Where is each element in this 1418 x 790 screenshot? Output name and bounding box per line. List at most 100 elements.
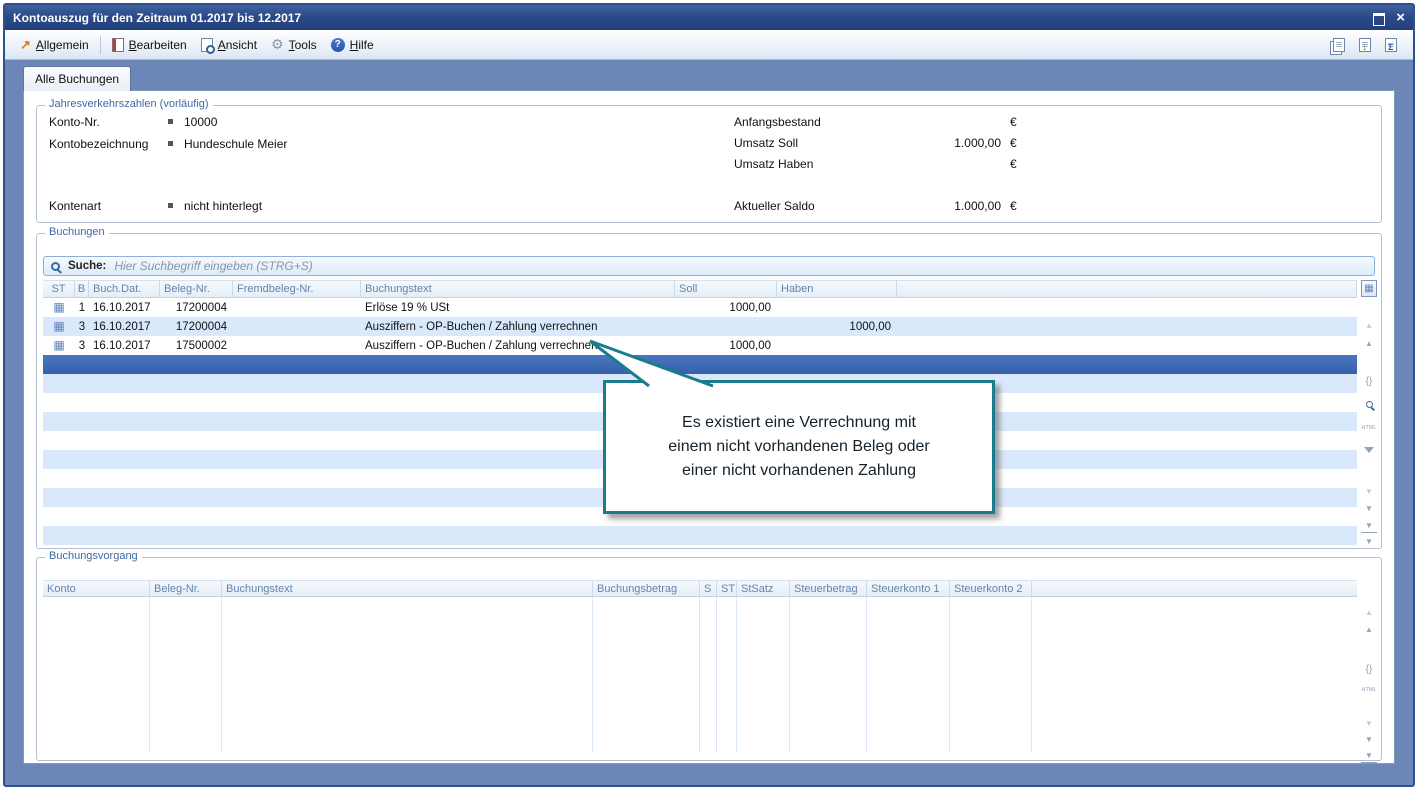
nav-bottom-icon[interactable] xyxy=(1361,534,1377,549)
selected-row[interactable] xyxy=(43,355,1357,374)
col-haben[interactable]: Haben xyxy=(777,281,897,297)
col-steuerkonto-2[interactable]: Steuerkonto 2 xyxy=(950,581,1032,596)
currency-symbol: € xyxy=(1010,157,1017,171)
field-anfangsbestand: Anfangsbestand € xyxy=(734,114,1017,129)
col-konto[interactable]: Konto xyxy=(43,581,150,596)
voucher-table-body xyxy=(43,597,1357,753)
group-title: Buchungsvorgang xyxy=(45,550,142,562)
col-beleg-nr[interactable]: Beleg-Nr. xyxy=(150,581,222,596)
braces-icon[interactable] xyxy=(1361,374,1377,389)
cell-b: 1 xyxy=(75,298,89,317)
col-steuerbetrag[interactable]: Steuerbetrag xyxy=(790,581,867,596)
cell-text: Ausziffern - OP-Buchen / Zahlung verrech… xyxy=(361,336,675,355)
close-icon[interactable] xyxy=(1396,12,1405,24)
menu-label: Allgemein xyxy=(36,38,89,52)
col-st[interactable]: ST xyxy=(717,581,737,596)
zoom-icon[interactable] xyxy=(1361,397,1377,412)
menu-ansicht[interactable]: Ansicht xyxy=(194,35,264,55)
cell-b: 3 xyxy=(75,336,89,355)
cell-text: Erlöse 19 % USt xyxy=(361,298,675,317)
col-buchungstext[interactable]: Buchungstext xyxy=(222,581,593,596)
table-row[interactable]: 1 16.10.2017 17200004 Erlöse 19 % USt 10… xyxy=(43,298,1357,317)
tab-alle-buchungen[interactable]: Alle Buchungen xyxy=(23,66,131,91)
braces-icon[interactable] xyxy=(1361,662,1377,677)
view-magnifier-icon xyxy=(201,38,213,52)
window-title: Kontoauszug für den Zeitraum 01.2017 bis… xyxy=(13,11,1372,25)
menu-hilfe[interactable]: Hilfe xyxy=(324,35,381,55)
warning-callout: Es existiert eine Verrechnung mit einem … xyxy=(603,380,995,514)
search-bar: Suche: xyxy=(43,256,1375,276)
column-chooser-button[interactable] xyxy=(1361,280,1377,297)
nav-up-icon[interactable] xyxy=(1361,318,1377,333)
toolbar: Allgemein Bearbeiten Ansicht Tools Hilfe xyxy=(5,30,1413,60)
nav-down-icon[interactable] xyxy=(1361,501,1377,516)
cell-text: Ausziffern - OP-Buchen / Zahlung verrech… xyxy=(361,317,675,336)
menu-allgemein[interactable]: Allgemein xyxy=(13,34,96,56)
menu-label: Ansicht xyxy=(218,38,257,52)
menu-label: Hilfe xyxy=(350,38,374,52)
field-umsatz-soll: Umsatz Soll 1.000,00 € xyxy=(734,135,1017,150)
field-konto-nr: Konto-Nr. 10000 xyxy=(49,114,217,129)
bullet-icon xyxy=(168,119,173,124)
cell-fremdbeleg xyxy=(233,298,361,317)
col-steuerkonto-1[interactable]: Steuerkonto 1 xyxy=(867,581,950,596)
col-b[interactable]: B xyxy=(75,281,89,297)
voucher-table-header: Konto Beleg-Nr. Buchungstext Buchungsbet… xyxy=(43,580,1357,597)
help-icon xyxy=(331,38,345,52)
group-title: Buchungen xyxy=(45,226,109,238)
cell-b: 3 xyxy=(75,317,89,336)
field-umsatz-haben: Umsatz Haben € xyxy=(734,156,1017,171)
filter-icon[interactable] xyxy=(1361,442,1377,457)
col-buchungstext[interactable]: Buchungstext xyxy=(361,281,675,297)
group-buchungsvorgang: Buchungsvorgang Konto Beleg-Nr. Buchungs… xyxy=(36,557,1382,761)
col-st[interactable]: ST xyxy=(43,281,75,297)
col-beleg-nr[interactable]: Beleg-Nr. xyxy=(160,281,233,297)
bullet-icon xyxy=(168,141,173,146)
currency-symbol: € xyxy=(1010,136,1017,150)
col-fremdbeleg[interactable]: Fremdbeleg-Nr. xyxy=(233,281,361,297)
nav-up-icon[interactable] xyxy=(1361,622,1377,637)
field-value: 1.000,00 xyxy=(884,199,1001,213)
field-kontobezeichnung: Kontobezeichnung Hundeschule Meier xyxy=(49,136,287,151)
html-view-icon[interactable] xyxy=(1361,682,1377,697)
nav-bottom-icon[interactable] xyxy=(1361,748,1377,763)
nav-top-icon[interactable] xyxy=(1361,605,1377,620)
edit-document-icon xyxy=(112,38,124,52)
field-label: Kontenart xyxy=(49,199,168,213)
html-view-icon[interactable] xyxy=(1361,420,1377,435)
col-buchdat[interactable]: Buch.Dat. xyxy=(89,281,160,297)
cell-beleg: 17200004 xyxy=(160,317,233,336)
nav-up-alt-icon[interactable] xyxy=(1361,336,1377,351)
search-input[interactable] xyxy=(114,259,1367,273)
col-soll[interactable]: Soll xyxy=(675,281,777,297)
nav-down-pale-icon[interactable] xyxy=(1361,484,1377,499)
record-icon-cell xyxy=(43,298,75,317)
app-window: Kontoauszug für den Zeitraum 01.2017 bis… xyxy=(3,3,1415,787)
maximize-icon[interactable] xyxy=(1372,12,1386,24)
menu-bearbeiten[interactable]: Bearbeiten xyxy=(105,35,194,55)
table-row[interactable]: 3 16.10.2017 17200004 Ausziffern - OP-Bu… xyxy=(43,317,1357,336)
document-sum-icon[interactable] xyxy=(1385,38,1397,52)
group-title: Jahresverkehrszahlen (vorläufig) xyxy=(45,98,213,110)
document-export-icon[interactable] xyxy=(1359,38,1371,52)
col-stsatz[interactable]: StSatz xyxy=(737,581,790,596)
arrow-up-right-icon xyxy=(20,37,31,53)
nav-down-bar-icon[interactable] xyxy=(1361,518,1377,533)
menu-label: Bearbeiten xyxy=(129,38,187,52)
cell-fremdbeleg xyxy=(233,336,361,355)
field-kontenart: Kontenart nicht hinterlegt xyxy=(49,198,262,213)
menu-tools[interactable]: Tools xyxy=(264,33,324,56)
col-buchungsbetrag[interactable]: Buchungsbetrag xyxy=(593,581,700,596)
zoom-glass-icon xyxy=(1366,401,1373,408)
cell-soll: 1000,00 xyxy=(675,336,777,355)
toolbar-right-icons xyxy=(1333,38,1403,52)
col-s[interactable]: S xyxy=(700,581,717,596)
table-row[interactable]: 3 16.10.2017 17500002 Ausziffern - OP-Bu… xyxy=(43,336,1357,355)
document-copy-icon[interactable] xyxy=(1333,38,1345,52)
cell-beleg: 17500002 xyxy=(160,336,233,355)
currency-symbol: € xyxy=(1010,199,1017,213)
col-filler xyxy=(1032,581,1357,596)
nav-down-icon[interactable] xyxy=(1361,716,1377,731)
group-jahresverkehrszahlen: Jahresverkehrszahlen (vorläufig) Konto-N… xyxy=(36,105,1382,223)
nav-down-alt-icon[interactable] xyxy=(1361,732,1377,747)
